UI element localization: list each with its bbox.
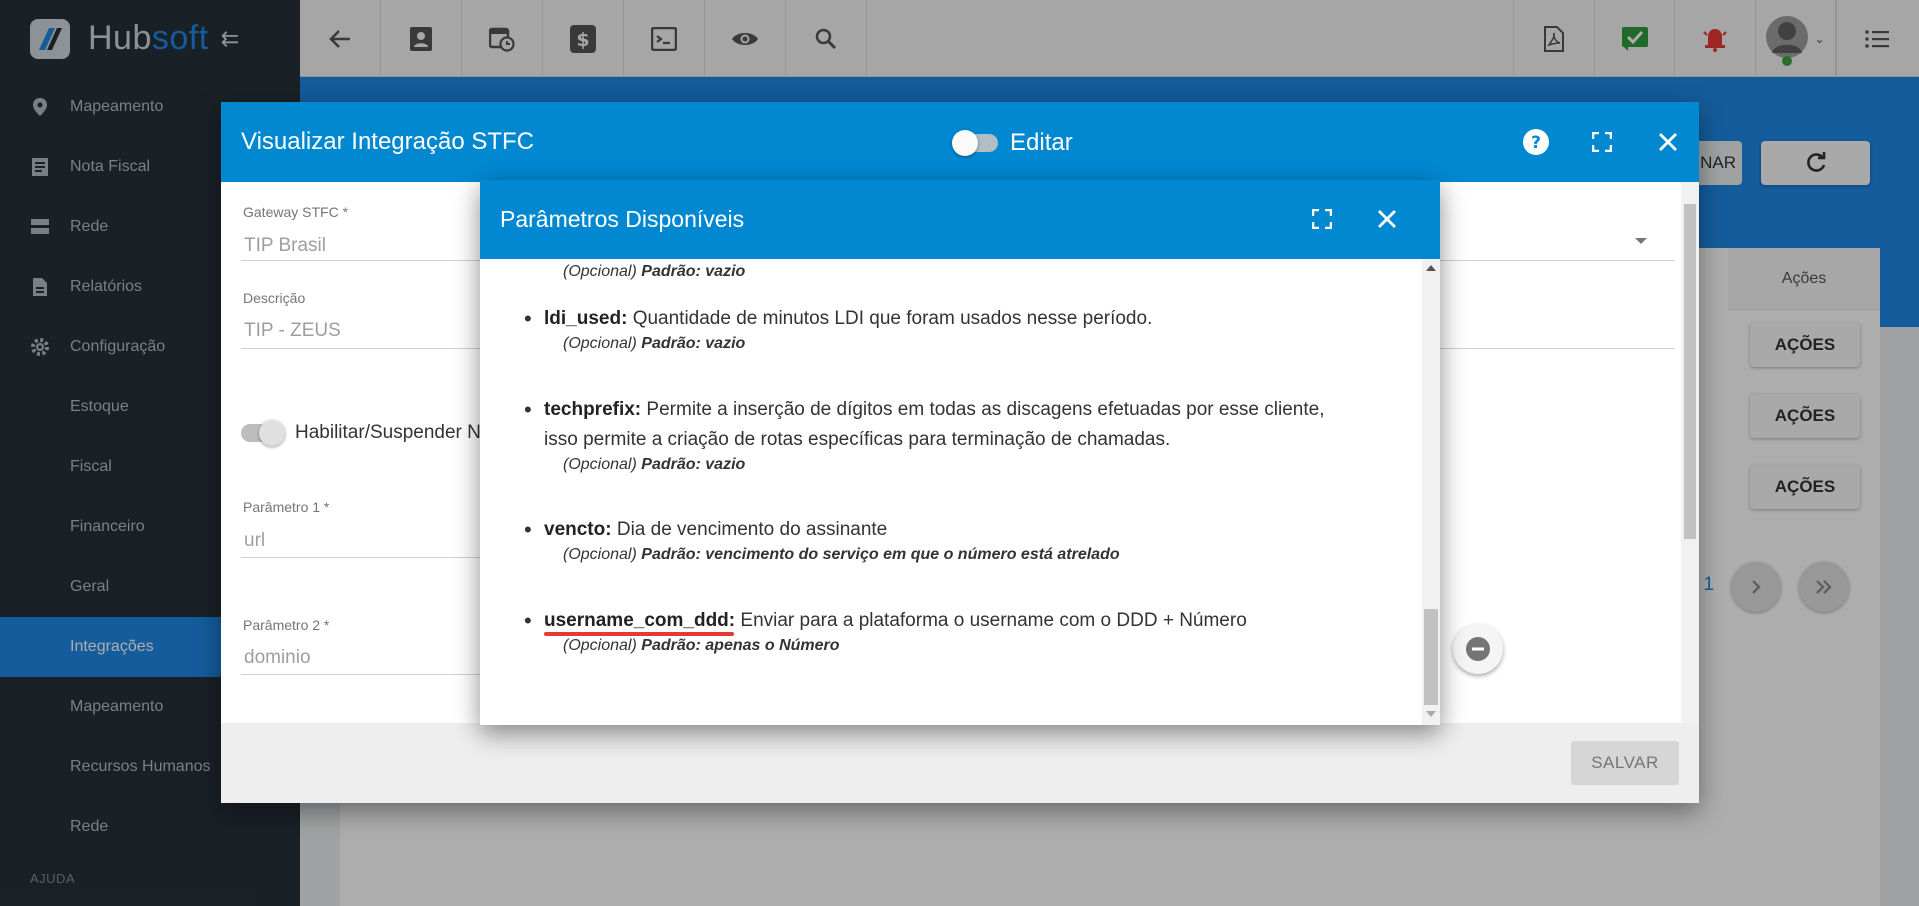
- descricao-label: Descrição: [243, 290, 306, 306]
- optional-label: (Opcional): [563, 263, 637, 280]
- default-label: Padrão: vazio: [641, 456, 746, 473]
- edit-toggle-label: Editar: [1010, 129, 1073, 156]
- highlight-underline: [544, 632, 734, 636]
- optional-label: (Opcional): [563, 456, 637, 473]
- param-description-cont: isso permite a criação de rotas específi…: [544, 429, 1171, 450]
- default-label: Padrão: vencimento do serviço em que o n…: [641, 546, 1120, 563]
- dropdown-caret-icon[interactable]: [1635, 238, 1647, 244]
- scroll-down-arrow-icon[interactable]: [1426, 711, 1436, 717]
- list-item: • username_com_ddd: Enviar para a platafo…: [524, 608, 1247, 654]
- optional-label: (Opcional): [563, 335, 637, 352]
- modal-title: Visualizar Integração STFC: [241, 128, 535, 155]
- fullscreen-button[interactable]: [1582, 122, 1622, 162]
- default-label: Padrão: vazio: [641, 263, 746, 280]
- param-key: techprefix:: [544, 399, 642, 420]
- svg-text:?: ?: [1531, 133, 1541, 153]
- gateway-select[interactable]: TIP Brasil: [244, 235, 326, 257]
- param-key: username_com_ddd:: [544, 610, 736, 631]
- fullscreen-icon: [1592, 132, 1612, 152]
- optional-label: (Opcional): [563, 637, 637, 654]
- habilitar-label: Habilitar/Suspender N: [295, 422, 481, 443]
- save-button[interactable]: SALVAR: [1571, 741, 1679, 785]
- param-description: Quantidade de minutos LDI que foram usad…: [632, 308, 1153, 329]
- list-item: (Opcional) Padrão: vazio: [524, 263, 1384, 281]
- param-key: vencto:: [544, 519, 612, 540]
- param1-label: Parâmetro 1 *: [243, 499, 330, 515]
- fullscreen-icon: [1312, 209, 1332, 229]
- parameters-close-button[interactable]: [1367, 199, 1407, 239]
- list-item: • ldi_used: Quantidade de minutos LDI que…: [524, 306, 1153, 352]
- gateway-label: Gateway STFC *: [243, 204, 349, 220]
- list-item: • vencto: Dia de vencimento do assinante …: [524, 517, 1120, 563]
- edit-toggle-switch[interactable]: [952, 130, 998, 156]
- parameters-modal: Parâmetros Disponíveis (Opcional) Padrão…: [480, 180, 1440, 725]
- descricao-input[interactable]: TIP - ZEUS: [244, 320, 341, 342]
- param-key: ldi_used:: [544, 308, 628, 329]
- habilitar-toggle[interactable]: [241, 420, 285, 446]
- param-description: Permite a inserção de dígitos em todas a…: [646, 399, 1325, 420]
- parameters-list: (Opcional) Padrão: vazio • ldi_used: Quan…: [480, 259, 1422, 725]
- param-description: Dia de vencimento do assinante: [616, 519, 888, 540]
- minus-circle-icon: [1466, 637, 1490, 661]
- parameters-modal-title: Parâmetros Disponíveis: [500, 206, 745, 232]
- divider: [241, 674, 481, 675]
- close-modal-button[interactable]: [1648, 122, 1688, 162]
- default-label: Padrão: vazio: [641, 335, 746, 352]
- help-icon: ?: [1523, 129, 1549, 155]
- help-button[interactable]: ?: [1516, 122, 1556, 162]
- optional-label: (Opcional): [563, 546, 637, 563]
- parameters-scrollbar[interactable]: [1422, 259, 1440, 725]
- param2-input[interactable]: dominio: [244, 647, 311, 669]
- remove-parameter-button[interactable]: [1453, 624, 1503, 674]
- parameters-fullscreen-button[interactable]: [1302, 199, 1342, 239]
- modal-scrollbar[interactable]: [1681, 182, 1699, 723]
- close-icon: [1659, 133, 1677, 151]
- edit-toggle[interactable]: Editar: [952, 129, 1073, 157]
- param2-label: Parâmetro 2 *: [243, 617, 330, 633]
- param1-input[interactable]: url: [244, 530, 265, 552]
- modal-header: Visualizar Integração STFC Editar ?: [221, 102, 1699, 182]
- list-item: • techprefix: Permite a inserção de dígit…: [524, 397, 1325, 473]
- scroll-up-arrow-icon[interactable]: [1426, 265, 1436, 271]
- param-description: Enviar para a plataforma o username com …: [740, 610, 1247, 631]
- default-label: Padrão: apenas o Número: [641, 637, 840, 654]
- parameters-modal-header: Parâmetros Disponíveis: [480, 180, 1440, 259]
- modal-footer: SALVAR: [221, 723, 1699, 803]
- divider: [241, 557, 481, 558]
- close-icon: [1378, 210, 1396, 228]
